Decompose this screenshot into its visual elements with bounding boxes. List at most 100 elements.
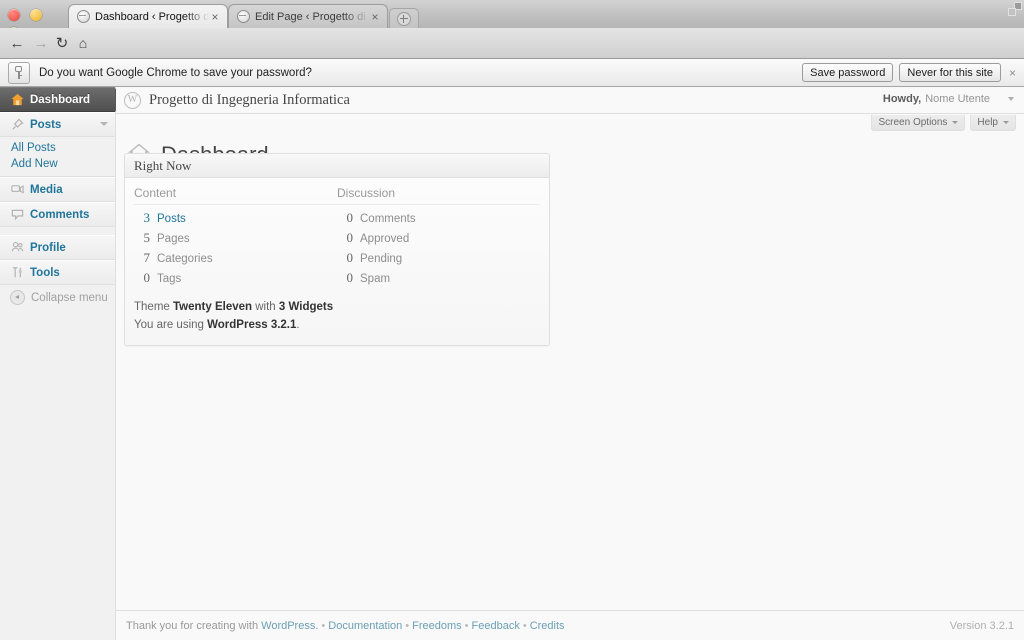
wordpress-version: WordPress 3.2.1 bbox=[207, 319, 297, 331]
screen-options-label: Screen Options bbox=[878, 117, 948, 128]
row-count: 5 bbox=[143, 230, 151, 245]
screen-meta-links: Screen Options Help bbox=[866, 115, 1016, 131]
minimize-window-button[interactable] bbox=[30, 9, 43, 21]
theme-line: Theme Twenty Eleven with 3 Widgets bbox=[134, 298, 540, 316]
wordpress-link[interactable]: WordPress. bbox=[261, 620, 318, 632]
row-count: 3 bbox=[143, 210, 151, 225]
row-label: Comments bbox=[360, 213, 416, 225]
save-password-infobar: Do you want Google Chrome to save your p… bbox=[0, 59, 1024, 87]
sidebar-item-label: Tools bbox=[30, 266, 60, 279]
row-label: Pending bbox=[360, 253, 403, 265]
theme-prefix: Theme bbox=[134, 301, 170, 313]
row-label: Posts bbox=[157, 213, 186, 225]
row-label: Spam bbox=[360, 273, 391, 285]
row-label: Categories bbox=[157, 253, 213, 265]
row-count: 0 bbox=[346, 210, 354, 225]
admin-footer: Thank you for creating with WordPress. • D… bbox=[116, 610, 1024, 640]
close-icon[interactable]: × bbox=[209, 11, 221, 23]
browser-tab-dashboard[interactable]: Dashboard ‹ Progetto di Inge × bbox=[68, 4, 228, 28]
sidebar-subitem-all-posts[interactable]: All Posts bbox=[0, 140, 115, 156]
never-for-this-site-button[interactable]: Never for this site bbox=[899, 63, 1001, 82]
close-window-button[interactable] bbox=[8, 9, 20, 21]
save-password-button[interactable]: Save password bbox=[802, 63, 894, 82]
wordpress-icon[interactable]: W bbox=[124, 91, 141, 109]
sidebar-item-label: Posts bbox=[30, 118, 62, 131]
row-count: 7 bbox=[143, 250, 151, 265]
admin-header-bar: W Progetto di Ingegneria Informatica How… bbox=[116, 87, 1024, 114]
screen-options-tab[interactable]: Screen Options bbox=[871, 115, 966, 131]
browser-tab-edit-page[interactable]: Edit Page ‹ Progetto di Ingeg × bbox=[228, 4, 388, 28]
home-button[interactable]: ⌂ bbox=[74, 35, 92, 52]
right-now-body: Content 3 Posts 5 Pages 7 Categories 0 T… bbox=[125, 178, 549, 345]
window-traffic-lights bbox=[8, 8, 64, 39]
right-now-widget: Right Now Content 3 Posts 5 Pages 7 Cate… bbox=[124, 153, 550, 346]
feedback-link[interactable]: Feedback bbox=[472, 620, 520, 632]
help-label: Help bbox=[977, 117, 998, 128]
sidebar-item-label: Profile bbox=[30, 241, 66, 254]
plus-icon bbox=[397, 12, 411, 26]
widget-count[interactable]: 3 Widgets bbox=[279, 301, 333, 313]
sidebar-item-comments[interactable]: Comments bbox=[0, 202, 115, 227]
version-prefix: You are using bbox=[134, 319, 204, 331]
sidebar-subitem-add-new[interactable]: Add New bbox=[0, 156, 115, 172]
footer-version: Version 3.2.1 bbox=[949, 619, 1014, 632]
row-count: 0 bbox=[346, 230, 354, 245]
reload-button[interactable]: ↻ bbox=[53, 35, 71, 52]
tab-title: Dashboard ‹ Progetto di Inge bbox=[95, 10, 209, 23]
row-count: 0 bbox=[143, 270, 151, 285]
tab-title: Edit Page ‹ Progetto di Ingeg bbox=[255, 10, 369, 23]
howdy-user-menu[interactable]: Howdy, Nome Utente bbox=[883, 93, 1014, 105]
infobar-message: Do you want Google Chrome to save your p… bbox=[39, 66, 312, 79]
admin-main: W Progetto di Ingegneria Informatica How… bbox=[116, 87, 1024, 640]
sidebar-item-label: Dashboard bbox=[30, 93, 91, 106]
freedoms-link[interactable]: Freedoms bbox=[412, 620, 462, 632]
version-line: You are using WordPress 3.2.1. bbox=[134, 316, 540, 334]
separator: • bbox=[321, 619, 326, 632]
sidebar-item-tools[interactable]: Tools bbox=[0, 260, 115, 285]
documentation-link[interactable]: Documentation bbox=[328, 620, 402, 632]
sidebar-item-media[interactable]: Media bbox=[0, 177, 115, 202]
user-name: Nome Utente bbox=[925, 93, 990, 105]
chevron-down-icon[interactable] bbox=[100, 122, 108, 126]
media-icon bbox=[9, 182, 25, 198]
separator: • bbox=[522, 619, 527, 632]
pin-icon bbox=[9, 117, 25, 133]
credits-link[interactable]: Credits bbox=[530, 620, 565, 632]
column-heading: Content bbox=[134, 186, 337, 205]
collapse-menu-button[interactable]: Collapse menu bbox=[0, 285, 115, 310]
forward-button[interactable]: → bbox=[32, 35, 50, 52]
column-heading: Discussion bbox=[337, 186, 540, 205]
row-label: Tags bbox=[157, 273, 182, 285]
close-icon[interactable]: × bbox=[369, 11, 381, 23]
right-now-row: 5 Pages bbox=[134, 228, 337, 248]
footer-credits: Thank you for creating with WordPress. • D… bbox=[126, 620, 565, 632]
new-tab-button[interactable] bbox=[389, 8, 419, 29]
right-now-row: 0 Comments bbox=[337, 208, 540, 228]
sidebar-item-dashboard[interactable]: Dashboard bbox=[0, 87, 123, 112]
right-now-row: 0 Tags bbox=[134, 268, 337, 288]
back-button[interactable]: ← bbox=[8, 35, 26, 52]
wordpress-admin: Dashboard Posts All Posts Add New Media bbox=[0, 87, 1024, 640]
sidebar-item-posts[interactable]: Posts bbox=[0, 112, 115, 137]
theme-name[interactable]: Twenty Eleven bbox=[173, 301, 252, 313]
key-icon bbox=[8, 61, 30, 84]
theme-middle: with bbox=[255, 301, 276, 313]
window-resize-corner-icon[interactable] bbox=[1005, 3, 1021, 17]
right-now-row[interactable]: 3 Posts bbox=[134, 208, 337, 228]
collapse-menu-label: Collapse menu bbox=[31, 291, 108, 304]
help-tab[interactable]: Help bbox=[970, 115, 1016, 131]
chevron-down-icon bbox=[952, 121, 959, 124]
right-now-row: 0 Approved bbox=[337, 228, 540, 248]
collapse-arrow-icon bbox=[10, 290, 25, 305]
row-count: 0 bbox=[346, 270, 354, 285]
separator: • bbox=[405, 619, 410, 632]
thanks-prefix: Thank you for creating with bbox=[126, 619, 259, 632]
home-icon bbox=[9, 92, 25, 108]
close-icon[interactable]: × bbox=[1009, 66, 1016, 80]
site-title[interactable]: Progetto di Ingegneria Informatica bbox=[149, 92, 350, 109]
separator: • bbox=[464, 619, 469, 632]
chrome-toolbar: ← → ↻ ⌂ localhost/~matteo/pii/wp-admin/ … bbox=[0, 28, 1024, 81]
right-now-row: 0 Pending bbox=[337, 248, 540, 268]
right-now-footer: Theme Twenty Eleven with 3 Widgets You a… bbox=[125, 288, 549, 345]
sidebar-item-profile[interactable]: Profile bbox=[0, 235, 115, 260]
